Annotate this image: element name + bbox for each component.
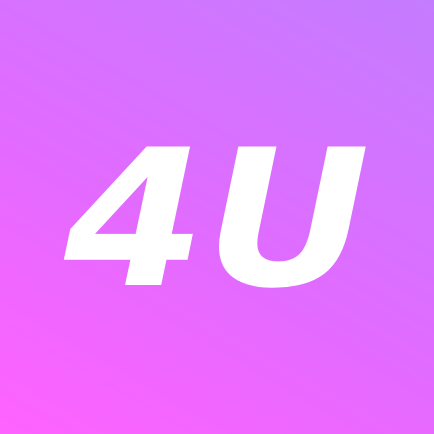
logo-svg: 4U [63, 109, 370, 330]
app-icon: 4U [0, 0, 434, 434]
logo: 4U [0, 0, 434, 434]
logo-text: 4U [63, 109, 370, 330]
